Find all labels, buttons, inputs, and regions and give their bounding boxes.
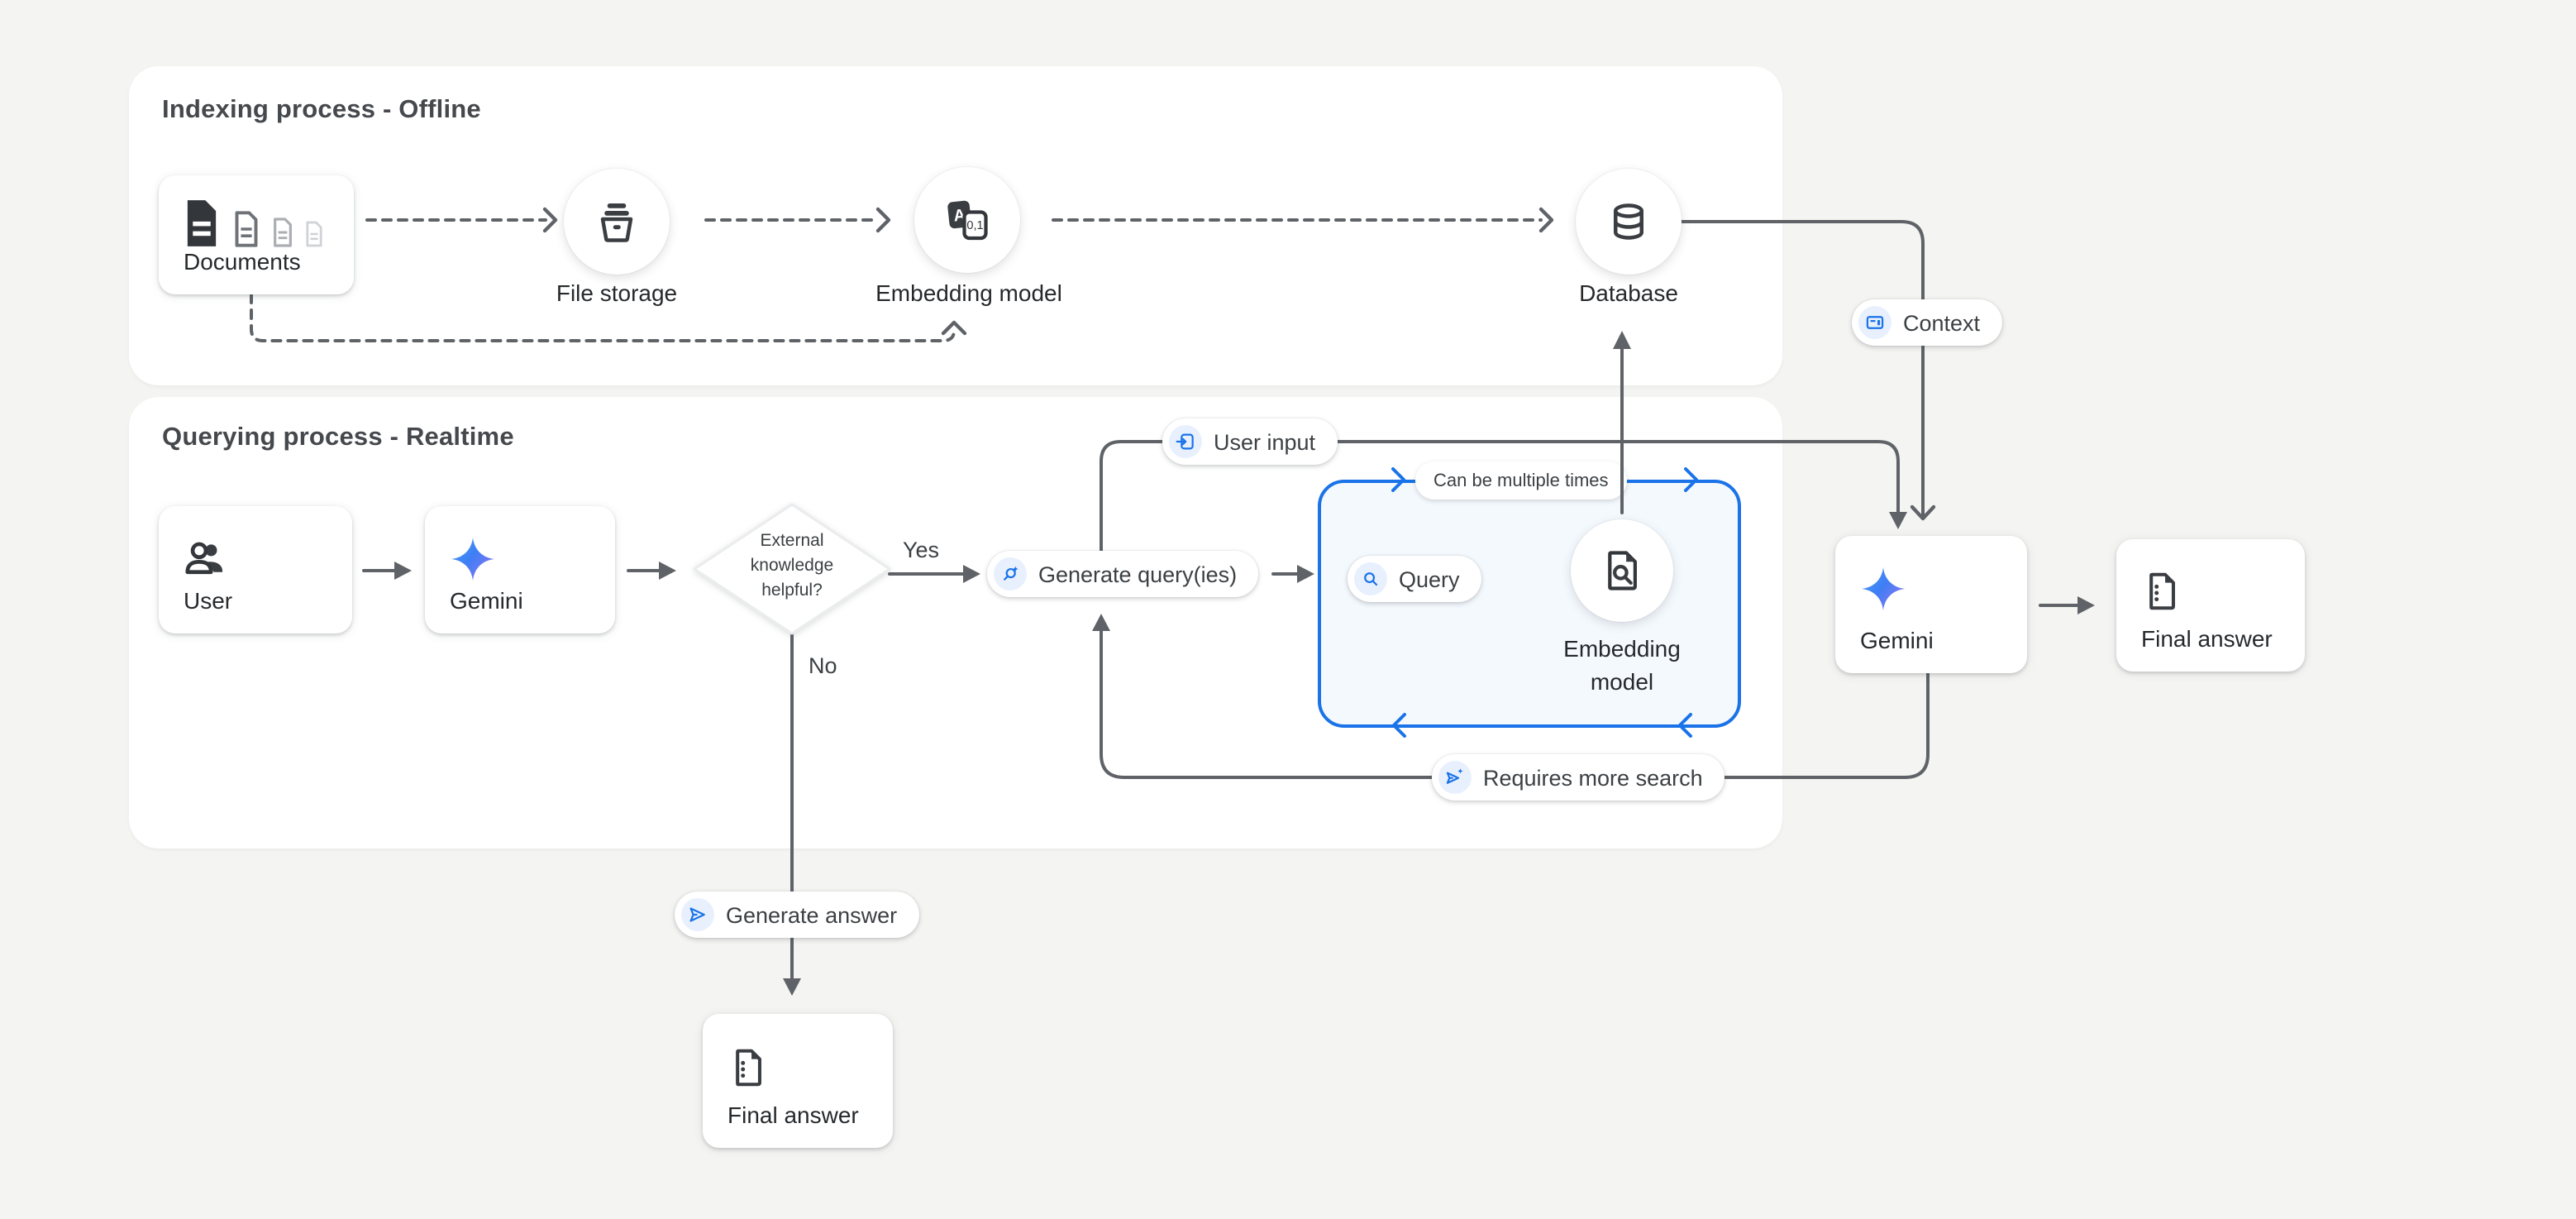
gemini-synthesis-label: Gemini [1860,627,1934,653]
embedding-translate-icon: A 0,1 [942,195,992,245]
generate-queries-pill-label: Generate query(ies) [1038,562,1237,586]
context-pill-label: Context [1903,310,1980,335]
final-answer-no-branch-label: Final answer [727,1102,859,1128]
documents-stack-icon [180,198,326,248]
query-pill-label: Query [1399,566,1460,591]
final-answer-doc-icon [2140,569,2184,614]
gemini-star-icon [1858,564,1908,614]
search-icon [1354,562,1387,595]
rag-architecture-diagram: Indexing process - Offline Querying proc… [0,0,2576,1219]
user-input-pill-label: User input [1214,429,1315,454]
generate-queries-pill: Generate query(ies) [987,551,1258,597]
send-icon [681,898,714,931]
database-node [1576,169,1682,275]
gemini-synthesis-node: Gemini [1835,536,2027,673]
user-input-pill: User input [1162,418,1337,465]
file-storage-label: File storage [493,280,741,306]
documents-label: Documents [184,248,301,275]
send-sparkle-icon [1438,761,1472,794]
gemini-star-icon [448,534,498,584]
final-answer-label: Final answer [2141,625,2273,652]
svg-text:0,1: 0,1 [966,219,983,232]
query-sparkle-search-icon [994,557,1027,590]
generate-answer-pill: Generate answer [675,892,918,938]
context-pill: Context [1852,299,2001,346]
final-answer-node: Final answer [2116,539,2305,672]
indexing-panel-title: Indexing process - Offline [162,96,481,126]
embedding-model-online-label-line2: model [1498,668,1746,695]
decision-text: External knowledge helpful? [685,529,899,604]
document-search-icon [1599,547,1645,594]
context-icon [1858,306,1891,339]
database-icon [1604,197,1653,246]
file-storage-node [564,169,670,275]
embedding-model-offline-label: Embedding model [845,280,1093,306]
querying-panel-title: Querying process - Realtime [162,423,514,453]
no-edge-label: No [809,653,837,678]
user-label: User [184,587,232,614]
final-answer-no-branch-node: Final answer [703,1014,893,1148]
yes-edge-label: Yes [903,538,939,562]
user-group-icon [182,534,228,581]
user-node: User [159,506,352,633]
requires-more-search-pill: Requires more search [1432,754,1724,801]
embedding-model-online-label-line1: Embedding [1498,635,1746,662]
gemini-query-node: Gemini [425,506,615,633]
decision-node: External knowledge helpful? [685,495,899,643]
gemini-query-label: Gemini [450,587,523,614]
embedding-model-online-node [1571,519,1673,622]
embedding-model-offline-node: A 0,1 [914,167,1020,273]
final-answer-doc-icon [726,1045,770,1090]
generate-answer-label: Generate answer [726,902,897,927]
requires-more-search-label: Requires more search [1483,765,1703,790]
can-be-multiple-times-note: Can be multiple times [1415,461,1627,500]
documents-node: Documents [159,175,354,294]
file-storage-bucket-icon [592,197,642,246]
query-pill: Query [1348,556,1481,602]
database-label: Database [1505,280,1753,306]
user-input-icon [1169,425,1202,458]
